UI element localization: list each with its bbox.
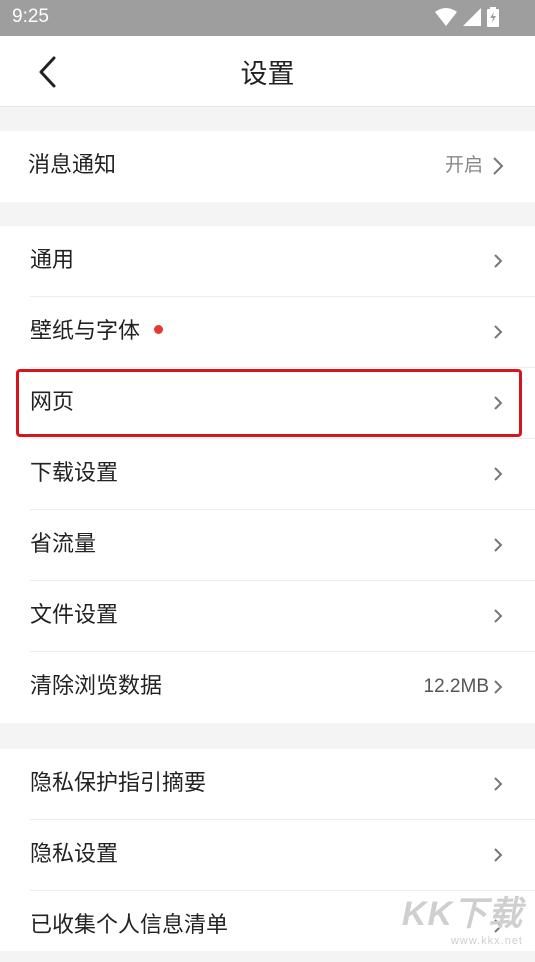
settings-row-notification[interactable]: 消息通知 开启 bbox=[0, 131, 535, 202]
cache-size: 12.2MB bbox=[424, 674, 489, 700]
row-label: 文件设置 bbox=[30, 601, 118, 631]
settings-row-privacy-settings[interactable]: 隐私设置 bbox=[0, 820, 535, 891]
notification-group: 消息通知 开启 bbox=[0, 131, 535, 202]
settings-row-file[interactable]: 文件设置 bbox=[0, 581, 535, 652]
chevron-right-icon bbox=[491, 393, 505, 413]
chevron-right-icon bbox=[491, 322, 505, 342]
row-label: 壁纸与字体 bbox=[30, 317, 163, 347]
chevron-right-icon bbox=[491, 156, 505, 176]
row-label: 隐私保护指引摘要 bbox=[30, 769, 206, 799]
status-icons bbox=[435, 7, 499, 27]
row-label: 网页 bbox=[30, 388, 74, 418]
row-label: 隐私设置 bbox=[30, 840, 118, 870]
signal-icon bbox=[463, 8, 481, 26]
page-title: 设置 bbox=[0, 52, 535, 91]
settings-row-data-saver[interactable]: 省流量 bbox=[0, 510, 535, 581]
row-label: 省流量 bbox=[30, 530, 96, 560]
status-bar: 9:25 bbox=[0, 0, 535, 36]
chevron-right-icon bbox=[491, 464, 505, 484]
row-label: 下载设置 bbox=[30, 459, 118, 489]
row-label: 消息通知 bbox=[28, 151, 116, 181]
notification-status: 开启 bbox=[445, 153, 483, 179]
watermark: KK下载 www.kkx.net bbox=[402, 886, 523, 947]
chevron-right-icon bbox=[491, 606, 505, 626]
row-label-text: 壁纸与字体 bbox=[30, 319, 140, 344]
chevron-right-icon bbox=[491, 535, 505, 555]
settings-row-download[interactable]: 下载设置 bbox=[0, 439, 535, 510]
watermark-url: www.kkx.net bbox=[402, 935, 523, 947]
chevron-right-icon bbox=[491, 845, 505, 865]
settings-row-wallpaper-font[interactable]: 壁纸与字体 bbox=[0, 297, 535, 368]
settings-row-general[interactable]: 通用 bbox=[0, 226, 535, 297]
row-label: 通用 bbox=[30, 246, 74, 276]
settings-row-privacy-summary[interactable]: 隐私保护指引摘要 bbox=[0, 749, 535, 820]
wifi-icon bbox=[435, 8, 457, 26]
watermark-logo: KK下载 bbox=[402, 886, 523, 935]
app-header: 设置 bbox=[0, 36, 535, 107]
status-time: 9:25 bbox=[12, 6, 49, 28]
new-badge-dot bbox=[154, 325, 163, 334]
settings-row-webpage[interactable]: 网页 bbox=[0, 368, 535, 439]
row-label: 清除浏览数据 bbox=[30, 672, 162, 702]
chevron-right-icon bbox=[491, 677, 505, 697]
battery-icon bbox=[487, 7, 499, 27]
chevron-right-icon bbox=[491, 251, 505, 271]
row-label: 已收集个人信息清单 bbox=[30, 911, 228, 941]
general-group: 通用 壁纸与字体 网页 下载设置 省流量 文件设置 清除浏览数据 12.2MB bbox=[0, 226, 535, 723]
settings-row-clear-data[interactable]: 清除浏览数据 12.2MB bbox=[0, 652, 535, 723]
chevron-right-icon bbox=[491, 774, 505, 794]
